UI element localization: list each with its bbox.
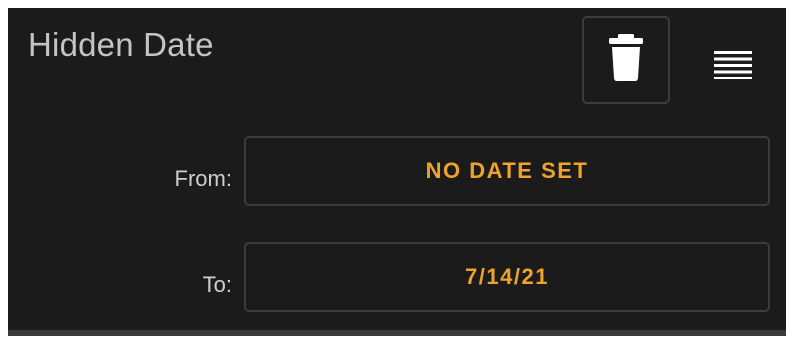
from-date-button[interactable]: NO DATE SET: [244, 136, 770, 206]
to-label: To:: [202, 272, 232, 297]
drag-handle-icon: [714, 49, 752, 84]
panel-title: Hidden Date: [28, 26, 214, 63]
hidden-date-panel: Hidden Date From: NO DATE SET To: 7/14/2…: [8, 8, 786, 332]
trash-icon: [608, 33, 644, 87]
from-label: From:: [174, 166, 232, 191]
drag-handle-button[interactable]: [708, 44, 758, 88]
to-date-button[interactable]: 7/14/21: [244, 242, 770, 312]
delete-button[interactable]: [582, 16, 670, 104]
panel-bottom-divider: [8, 330, 786, 336]
